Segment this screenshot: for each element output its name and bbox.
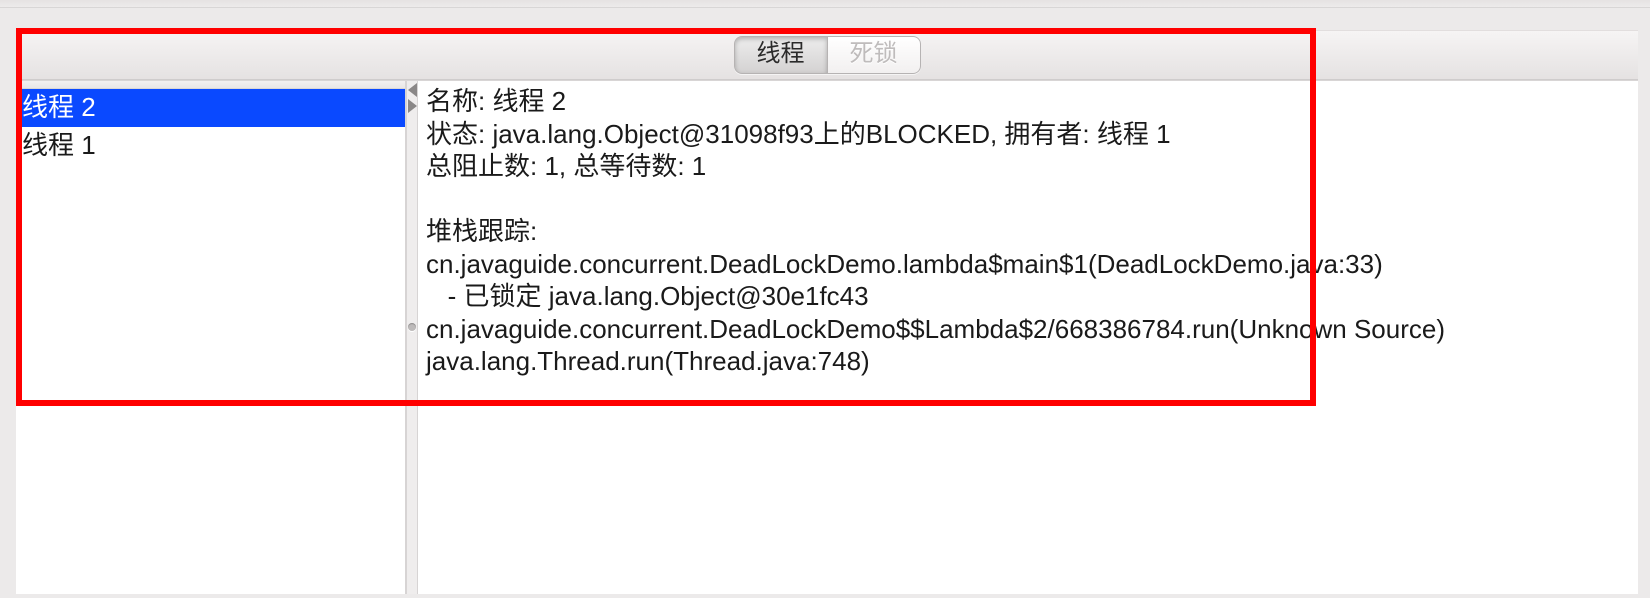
window-top-edge — [0, 0, 1650, 8]
threads-panel: 线程 死锁 线程 2 线程 1 名称: 线程 2 状态: java.lang.O… — [16, 30, 1638, 594]
tab-threads[interactable]: 线程 — [734, 36, 828, 74]
splitter-handle[interactable] — [406, 81, 418, 594]
thread-list-header — [16, 81, 405, 89]
splitter-grip-icon — [408, 323, 416, 331]
collapse-right-icon — [408, 99, 417, 113]
thread-detail-text[interactable]: 名称: 线程 2 状态: java.lang.Object@31098f93上的… — [418, 81, 1638, 594]
tab-deadlock[interactable]: 死锁 — [828, 36, 921, 74]
threads-body: 线程 2 线程 1 名称: 线程 2 状态: java.lang.Object@… — [16, 80, 1638, 594]
thread-item[interactable]: 线程 2 — [16, 89, 405, 127]
thread-list[interactable]: 线程 2 线程 1 — [16, 81, 406, 594]
tab-segmented-control: 线程 死锁 — [734, 36, 921, 74]
collapse-left-icon — [408, 83, 417, 97]
thread-item[interactable]: 线程 1 — [16, 127, 405, 165]
tab-bar: 线程 死锁 — [16, 30, 1638, 80]
